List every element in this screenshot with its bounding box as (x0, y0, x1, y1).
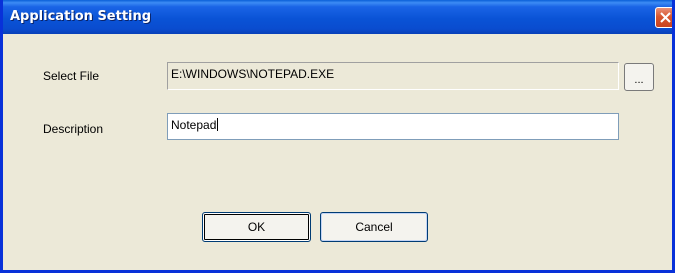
cancel-button[interactable]: Cancel (320, 212, 428, 242)
application-setting-dialog: Application Setting Select File E:\WINDO… (0, 0, 675, 273)
description-value: Notepad (171, 118, 217, 132)
ok-button-label: OK (247, 220, 266, 234)
select-file-field[interactable]: E:\WINDOWS\NOTEPAD.EXE (167, 62, 619, 90)
select-file-value: E:\WINDOWS\NOTEPAD.EXE (171, 67, 335, 81)
description-label: Description (43, 122, 104, 136)
window-title: Application Setting (10, 9, 152, 24)
close-icon (660, 12, 671, 23)
title-bar[interactable]: Application Setting (3, 0, 672, 34)
browse-button-label: ... (634, 74, 644, 86)
cancel-button-label: Cancel (355, 220, 393, 234)
browse-button[interactable]: ... (624, 63, 654, 91)
text-caret (217, 118, 219, 131)
close-button[interactable] (655, 7, 672, 28)
ok-button[interactable]: OK (202, 212, 311, 242)
description-input[interactable]: Notepad (167, 113, 619, 140)
select-file-label: Select File (43, 69, 100, 83)
